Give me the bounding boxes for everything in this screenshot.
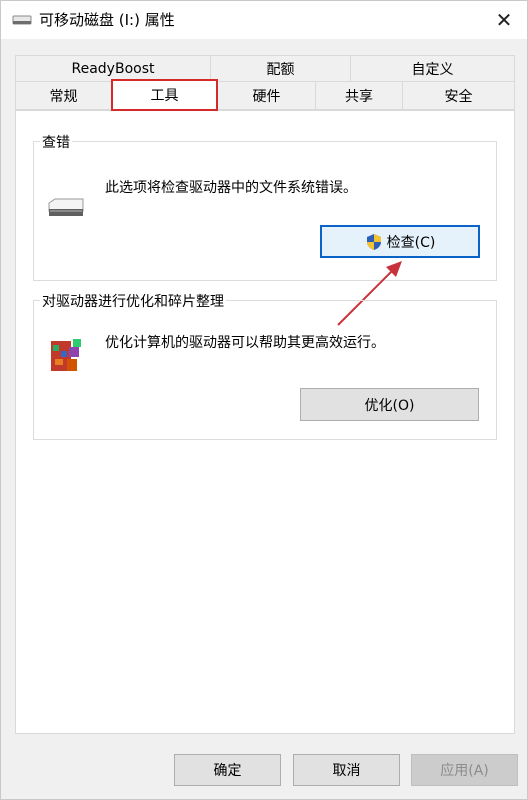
window-title: 可移动磁盘 (I:) 属性 — [39, 11, 175, 29]
tab-readyboost[interactable]: ReadyBoost — [15, 55, 211, 82]
tab-general[interactable]: 常规 — [15, 81, 112, 110]
tab-sharing[interactable]: 共享 — [315, 81, 403, 110]
ok-button[interactable]: 确定 — [174, 754, 281, 786]
removable-drive-icon — [12, 15, 32, 25]
title-bar: 可移动磁盘 (I:) 属性 ✕ — [1, 1, 527, 39]
tab-hardware[interactable]: 硬件 — [217, 81, 316, 110]
tab-tools[interactable]: 工具 — [111, 79, 218, 111]
tab-quota[interactable]: 配额 — [210, 55, 351, 82]
optimize-group: 对驱动器进行优化和碎片整理 优化计算机的驱动器可以帮助其更高效运行。 优化(O) — [33, 291, 497, 440]
apply-button[interactable]: 应用(A) — [411, 754, 518, 786]
close-button[interactable]: ✕ — [481, 1, 527, 39]
error-check-title: 查错 — [40, 132, 72, 152]
optimize-button[interactable]: 优化(O) — [300, 388, 479, 421]
tab-security[interactable]: 安全 — [402, 81, 515, 110]
optimize-description: 优化计算机的驱动器可以帮助其更高效运行。 — [105, 335, 385, 351]
optimize-title: 对驱动器进行优化和碎片整理 — [40, 291, 226, 311]
defrag-icon — [51, 339, 81, 371]
tab-customize[interactable]: 自定义 — [350, 55, 515, 82]
error-check-description: 此选项将检查驱动器中的文件系统错误。 — [105, 180, 357, 196]
uac-shield-icon — [366, 233, 381, 250]
drive-icon — [48, 198, 84, 216]
close-icon: ✕ — [495, 8, 513, 32]
tools-panel: 查错 此选项将检查驱动器中的文件系统错误。 检查(C) 对驱动器进行优化和碎片整… — [15, 110, 515, 734]
properties-window: 可移动磁盘 (I:) 属性 ✕ ReadyBoost 配额 自定义 常规 工具 … — [0, 0, 528, 800]
error-check-group: 查错 此选项将检查驱动器中的文件系统错误。 检查(C) — [33, 132, 497, 281]
cancel-button[interactable]: 取消 — [293, 754, 400, 786]
